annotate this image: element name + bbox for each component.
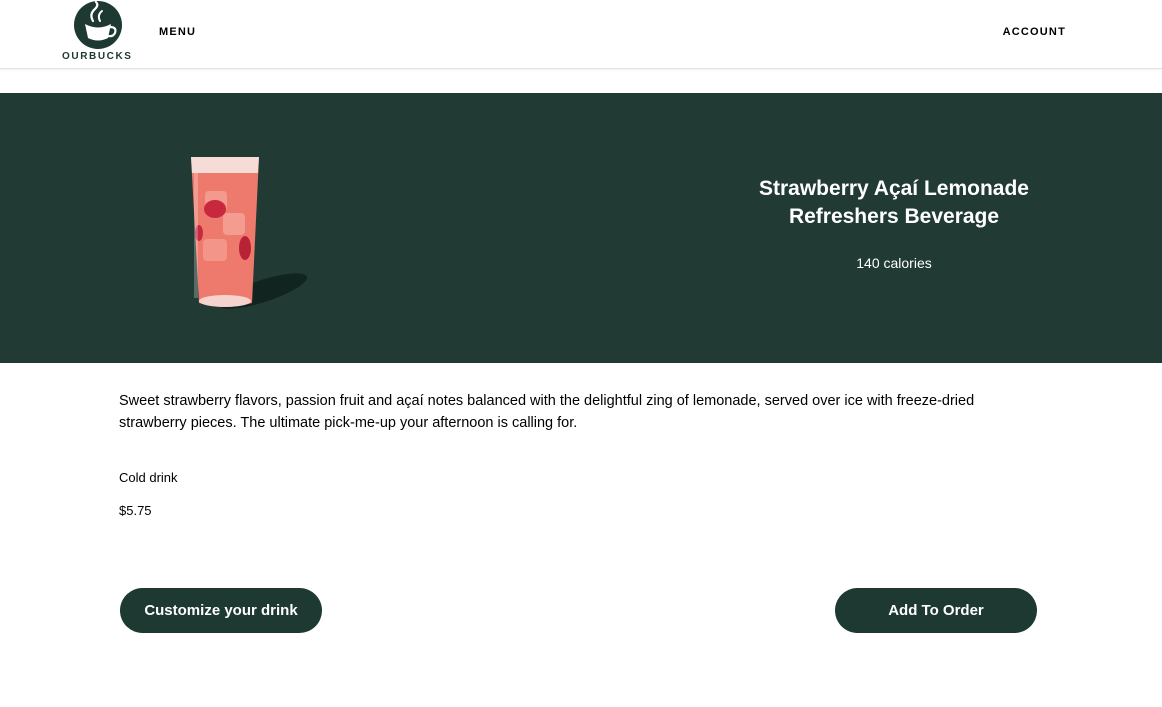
product-hero: Strawberry Açaí Lemonade Refreshers Beve… bbox=[0, 93, 1162, 363]
brand-name: OURBUCKS bbox=[62, 51, 133, 62]
product-category: Cold drink bbox=[119, 470, 178, 485]
coffee-cup-logo-icon bbox=[74, 0, 122, 49]
nav-account-link[interactable]: ACCOUNT bbox=[1003, 26, 1066, 38]
product-calories: 140 calories bbox=[856, 255, 932, 271]
brand-logo[interactable]: OURBUCKS bbox=[62, 0, 134, 66]
product-description: Sweet strawberry flavors, passion fruit … bbox=[119, 393, 975, 431]
add-to-order-button[interactable]: Add To Order bbox=[835, 588, 1037, 633]
site-header: OURBUCKS MENU ACCOUNT bbox=[0, 0, 1162, 69]
nav-menu-link[interactable]: MENU bbox=[159, 26, 196, 38]
product-price: $5.75 bbox=[119, 503, 152, 518]
customize-drink-button[interactable]: Customize your drink bbox=[120, 588, 322, 633]
iced-drink-glass-image bbox=[191, 157, 307, 309]
product-title: Strawberry Açaí Lemonade Refreshers Beve… bbox=[759, 177, 1029, 228]
